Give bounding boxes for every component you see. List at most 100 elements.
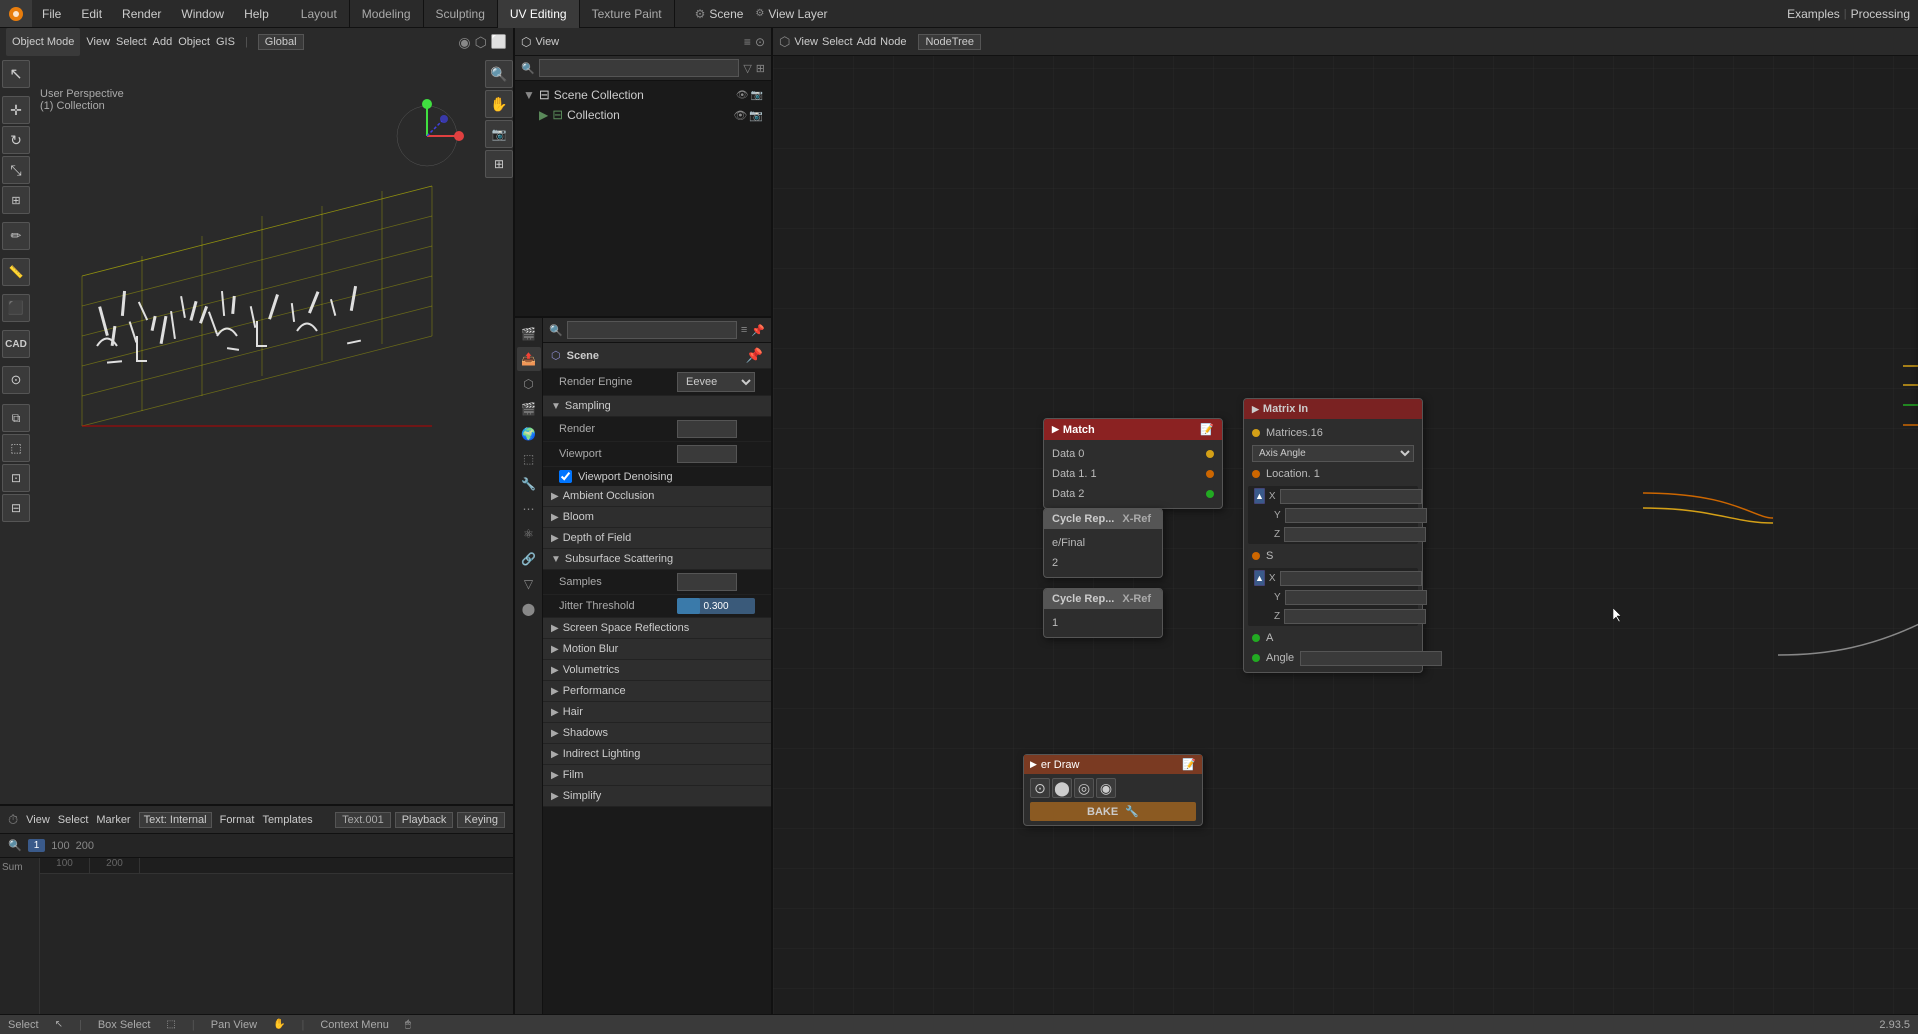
bake-button[interactable]: BAKE 🔧 bbox=[1030, 802, 1196, 821]
pan-view-status-btn[interactable]: Pan View bbox=[211, 1019, 257, 1031]
particles-props-icon[interactable]: ⋯ bbox=[517, 497, 541, 521]
node-editor[interactable]: ⬡ View Select Add Node NodeTree bbox=[773, 28, 1918, 1014]
xyz1-x-input[interactable]: 1.000 bbox=[1280, 489, 1422, 504]
film-section[interactable]: ▶ Film bbox=[543, 765, 771, 786]
material-props-icon[interactable]: ⬤ bbox=[517, 597, 541, 621]
tab-texture-paint[interactable]: Texture Paint bbox=[580, 0, 675, 28]
object-mode-dropdown[interactable]: Object Mode bbox=[6, 28, 80, 56]
scene-options-icon[interactable]: 📌 bbox=[746, 347, 763, 363]
menu-edit[interactable]: Edit bbox=[71, 0, 112, 27]
rotate-tool[interactable]: ↻ bbox=[2, 126, 30, 154]
props-pin-icon[interactable]: 📌 bbox=[751, 324, 765, 337]
render-props-icon[interactable]: 🎬 bbox=[517, 322, 541, 346]
draw-icon-4[interactable]: ◉ bbox=[1096, 778, 1116, 798]
settings-outliner-icon[interactable]: ⊞ bbox=[756, 62, 765, 75]
view-layer-name[interactable]: View Layer bbox=[768, 7, 827, 21]
match-node-edit-icon[interactable]: 📝 bbox=[1200, 423, 1214, 436]
visibility-icon-c[interactable]: 👁 bbox=[733, 109, 747, 122]
grid-icon[interactable]: ⊞ bbox=[485, 150, 513, 178]
ambient-occlusion-section[interactable]: ▶ Ambient Occlusion bbox=[543, 486, 771, 507]
timeline-format-btn[interactable]: Format bbox=[220, 814, 255, 826]
camera-icon[interactable]: 📷 bbox=[485, 120, 513, 148]
object-props-icon[interactable]: ⬚ bbox=[517, 447, 541, 471]
motion-blur-section[interactable]: ▶ Motion Blur bbox=[543, 639, 771, 660]
axis-angle-select[interactable]: Axis Angle bbox=[1252, 445, 1414, 462]
view-nav-icon[interactable]: 🔍 bbox=[485, 60, 513, 88]
viewport-overlay-icon[interactable]: ⬡ bbox=[475, 34, 487, 51]
xyz2-y-input[interactable]: 1.000 bbox=[1285, 590, 1427, 605]
misc-tool-1[interactable]: ⧉ bbox=[2, 404, 30, 432]
draw-card-header[interactable]: ▶ er Draw 📝 bbox=[1024, 755, 1202, 774]
world-props-icon[interactable]: 🌍 bbox=[517, 422, 541, 446]
view-layer-props-icon[interactable]: ⬡ bbox=[517, 372, 541, 396]
view-btn[interactable]: View bbox=[86, 36, 110, 48]
node-tree-type-btn[interactable]: NodeTree bbox=[918, 34, 981, 50]
playback-label[interactable]: Playback bbox=[395, 812, 454, 828]
misc-tool-4[interactable]: ⊟ bbox=[2, 494, 30, 522]
move-tool[interactable]: ✛ bbox=[2, 96, 30, 124]
subsurface-section[interactable]: ▼ Subsurface Scattering bbox=[543, 549, 771, 570]
node-node-btn[interactable]: Node bbox=[880, 36, 906, 48]
node-view-btn[interactable]: View bbox=[794, 36, 818, 48]
select-tool[interactable]: ↖ bbox=[2, 60, 30, 88]
transform-tool[interactable]: ⊞ bbox=[2, 186, 30, 214]
modifier-props-icon[interactable]: 🔧 bbox=[517, 472, 541, 496]
outliner-item-scene-collection[interactable]: ▼ ⊟ Scene Collection 👁 📷 bbox=[515, 85, 771, 105]
render-icon-c[interactable]: 📷 bbox=[749, 109, 763, 122]
highlight-icon[interactable]: ⊙ bbox=[755, 35, 765, 49]
matrix-in-collapse-icon[interactable]: ▶ bbox=[1252, 404, 1259, 415]
object-btn[interactable]: Object bbox=[178, 36, 210, 48]
render-icon-sc[interactable]: 📷 bbox=[751, 90, 763, 101]
draw-icon-2[interactable]: ⬤ bbox=[1052, 778, 1072, 798]
global-dropdown[interactable]: Global bbox=[258, 34, 304, 50]
select-btn[interactable]: Select bbox=[116, 36, 147, 48]
shadows-section[interactable]: ▶ Shadows bbox=[543, 723, 771, 744]
timeline-templates-btn[interactable]: Templates bbox=[262, 814, 312, 826]
simplify-section[interactable]: ▶ Simplify bbox=[543, 786, 771, 807]
match-collapse-icon[interactable]: ▶ bbox=[1052, 424, 1059, 435]
output-props-icon[interactable]: 📤 bbox=[517, 347, 541, 371]
hair-section[interactable]: ▶ Hair bbox=[543, 702, 771, 723]
measure-tool[interactable]: 📏 bbox=[2, 258, 30, 286]
gis-btn[interactable]: GIS bbox=[216, 36, 235, 48]
xyz1-x-btn[interactable]: ▲ bbox=[1254, 488, 1265, 504]
performance-section[interactable]: ▶ Performance bbox=[543, 681, 771, 702]
angle-input[interactable]: -90.000 bbox=[1300, 651, 1442, 666]
xyz2-x-btn[interactable]: ▲ bbox=[1254, 570, 1265, 586]
filter-outliner-icon[interactable]: ▽ bbox=[743, 62, 751, 75]
menu-file[interactable]: File bbox=[32, 0, 71, 27]
props-filter-icon[interactable]: ≡ bbox=[741, 324, 747, 336]
bloom-section[interactable]: ▶ Bloom bbox=[543, 507, 771, 528]
draw-icon-3[interactable]: ◎ bbox=[1074, 778, 1094, 798]
xyz2-x-input[interactable]: 0.000 bbox=[1280, 571, 1422, 586]
annotate-tool[interactable]: ✏ bbox=[2, 222, 30, 250]
menu-window[interactable]: Window bbox=[171, 0, 234, 27]
filter-icon[interactable]: ≡ bbox=[744, 35, 751, 49]
visibility-icon-sc[interactable]: 👁 bbox=[736, 90, 749, 101]
box-select-status-btn[interactable]: Box Select bbox=[98, 1019, 151, 1031]
draw-edit-icon[interactable]: 📝 bbox=[1182, 758, 1196, 771]
depth-of-field-section[interactable]: ▶ Depth of Field bbox=[543, 528, 771, 549]
blender-icon[interactable] bbox=[0, 0, 32, 27]
draw-collapse-icon[interactable]: ▶ bbox=[1030, 759, 1037, 770]
menu-help[interactable]: Help bbox=[234, 0, 279, 27]
scale-tool[interactable]: ⤡ bbox=[2, 156, 30, 184]
draw-icon-1[interactable]: ⊙ bbox=[1030, 778, 1050, 798]
node-add-btn[interactable]: Add bbox=[857, 36, 877, 48]
indirect-lighting-section[interactable]: ▶ Indirect Lighting bbox=[543, 744, 771, 765]
tab-modeling[interactable]: Modeling bbox=[350, 0, 424, 28]
viewport-shading-icon[interactable]: ◉ bbox=[458, 34, 470, 51]
tab-layout[interactable]: Layout bbox=[289, 0, 350, 28]
render-engine-select[interactable]: Eevee bbox=[677, 372, 755, 392]
timeline-channel-btn[interactable]: Text: Internal bbox=[139, 812, 212, 828]
misc-tool-3[interactable]: ⊡ bbox=[2, 464, 30, 492]
tab-sculpting[interactable]: Sculpting bbox=[424, 0, 498, 28]
ssr-section[interactable]: ▶ Screen Space Reflections bbox=[543, 618, 771, 639]
data-props-icon[interactable]: ▽ bbox=[517, 572, 541, 596]
xyz2-z-input[interactable]: 0.000 bbox=[1284, 609, 1426, 624]
timeline-view-btn[interactable]: View bbox=[26, 814, 50, 826]
timeline-track-content[interactable] bbox=[40, 874, 513, 1014]
scene-props-icon[interactable]: 🎬 bbox=[517, 397, 541, 421]
physics-props-icon[interactable]: ⚛ bbox=[517, 522, 541, 546]
node-select-btn[interactable]: Select bbox=[822, 36, 853, 48]
